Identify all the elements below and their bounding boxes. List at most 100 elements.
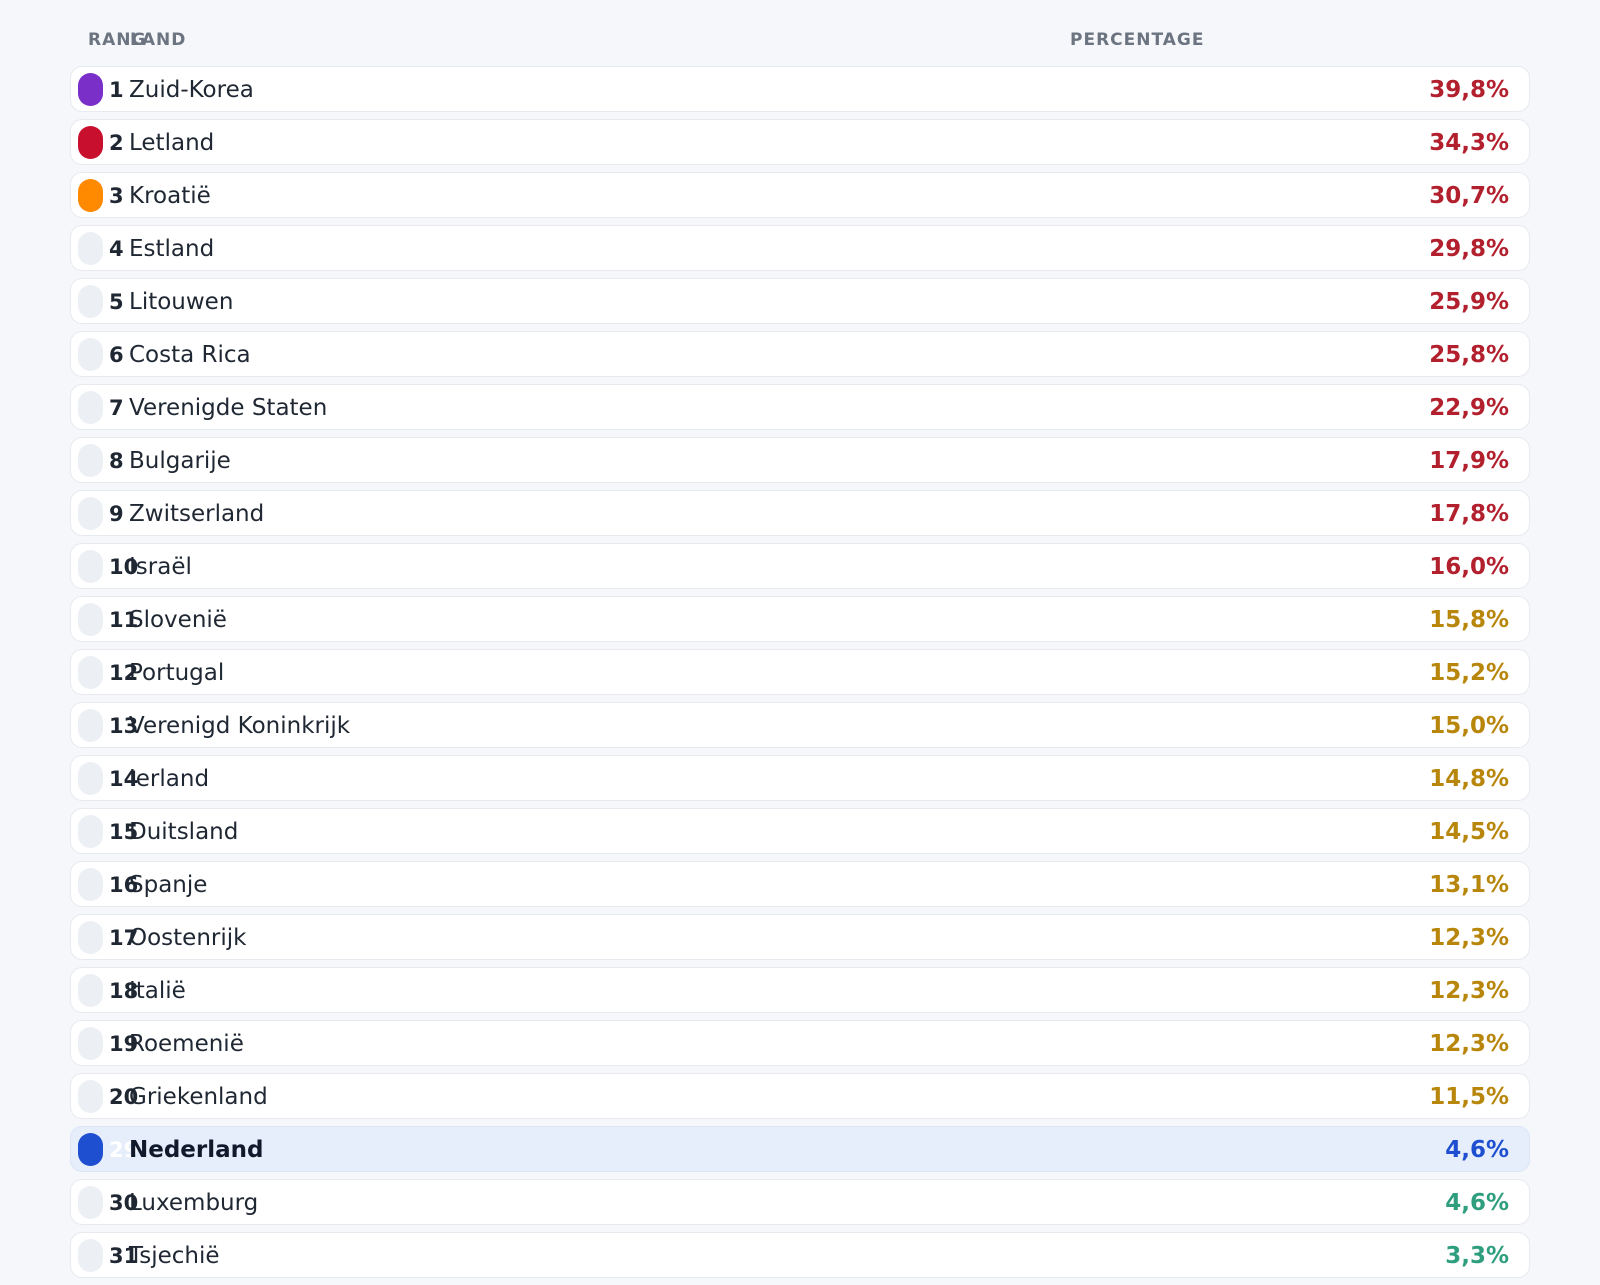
percentage-value: 14,5% xyxy=(1429,819,1509,845)
rank-number: 3 xyxy=(109,184,124,208)
table-row: 11 Slovenië 15,8% xyxy=(70,596,1530,642)
rank-badge-icon xyxy=(78,921,103,954)
country-name: Oostenrijk xyxy=(129,925,247,951)
percentage-value: 12,3% xyxy=(1429,1031,1509,1057)
rank-badge-icon xyxy=(78,285,103,318)
percentage-value: 25,9% xyxy=(1429,289,1509,315)
rank-badge-icon xyxy=(78,232,103,265)
rank-number: 1 xyxy=(109,78,124,102)
table-row: 3 Kroatië 30,7% xyxy=(70,172,1530,218)
percentage-value: 22,9% xyxy=(1429,395,1509,421)
table-row: 16 Spanje 13,1% xyxy=(70,861,1530,907)
country-name: Ierland xyxy=(129,766,210,792)
ranking-table: RANG LAND PERCENTAGE 1 Zuid-Korea 39,8% 2 Le… xyxy=(70,22,1530,1285)
rank-badge-icon xyxy=(78,497,103,530)
table-row: 18 Italië 12,3% xyxy=(70,967,1530,1013)
percentage-value: 15,2% xyxy=(1429,660,1509,686)
country-name: Verenigd Koninkrijk xyxy=(129,713,351,739)
percentage-value: 30,7% xyxy=(1429,183,1509,209)
rank-number: 2 xyxy=(109,131,124,155)
table-row: 9 Zwitserland 17,8% xyxy=(70,490,1530,536)
country-name: Verenigde Staten xyxy=(129,395,328,421)
rank-number: 8 xyxy=(109,449,124,473)
country-name: Israël xyxy=(129,554,192,580)
percentage-value: 4,6% xyxy=(1445,1190,1509,1216)
rank-badge-icon xyxy=(78,338,103,371)
table-row: 5 Litouwen 25,9% xyxy=(70,278,1530,324)
percentage-value: 12,3% xyxy=(1429,978,1509,1004)
percentage-value: 11,5% xyxy=(1429,1084,1509,1110)
rank-badge-icon xyxy=(78,709,103,742)
country-name: Costa Rica xyxy=(129,342,251,368)
percentage-value: 17,8% xyxy=(1429,501,1509,527)
header-percentage: PERCENTAGE xyxy=(1070,30,1205,50)
table-row: 8 Bulgarije 17,9% xyxy=(70,437,1530,483)
country-name: Nederland xyxy=(129,1137,264,1163)
rank-badge-icon xyxy=(78,762,103,795)
percentage-value: 39,8% xyxy=(1429,77,1509,103)
rank-badge-icon xyxy=(78,1186,103,1219)
rank-badge-icon xyxy=(78,1133,103,1166)
country-name: Spanje xyxy=(129,872,208,898)
percentage-value: 14,8% xyxy=(1429,766,1509,792)
percentage-value: 16,0% xyxy=(1429,554,1509,580)
percentage-value: 4,6% xyxy=(1445,1137,1509,1163)
rank-badge-icon xyxy=(78,179,103,212)
percentage-value: 12,3% xyxy=(1429,925,1509,951)
country-name: Kroatië xyxy=(129,183,211,209)
header-country: LAND xyxy=(130,30,187,50)
percentage-value: 25,8% xyxy=(1429,342,1509,368)
rank-badge-icon xyxy=(78,1080,103,1113)
rank-number: 7 xyxy=(109,396,124,420)
rank-badge-icon xyxy=(78,1027,103,1060)
rank-badge-icon xyxy=(78,868,103,901)
rank-number: 9 xyxy=(109,502,124,526)
country-name: Estland xyxy=(129,236,215,262)
table-row: 2 Letland 34,3% xyxy=(70,119,1530,165)
country-name: Duitsland xyxy=(129,819,239,845)
country-name: Litouwen xyxy=(129,289,234,315)
country-name: Portugal xyxy=(129,660,225,686)
rank-badge-icon xyxy=(78,550,103,583)
country-name: Italië xyxy=(129,978,186,1004)
rank-badge-icon xyxy=(78,1239,103,1272)
table-row: 6 Costa Rica 25,8% xyxy=(70,331,1530,377)
rank-number: 6 xyxy=(109,343,124,367)
table-row: 7 Verenigde Staten 22,9% xyxy=(70,384,1530,430)
table-row: 4 Estland 29,8% xyxy=(70,225,1530,271)
percentage-value: 15,0% xyxy=(1429,713,1509,739)
rank-badge-icon xyxy=(78,603,103,636)
percentage-value: 3,3% xyxy=(1445,1243,1509,1269)
rank-badge-icon xyxy=(78,815,103,848)
table-row: 31 Tsjechië 3,3% xyxy=(70,1232,1530,1278)
country-name: Zwitserland xyxy=(129,501,265,527)
country-name: Bulgarije xyxy=(129,448,231,474)
rank-number: 4 xyxy=(109,237,124,261)
table-row: 30 Luxemburg 4,6% xyxy=(70,1179,1530,1225)
rank-badge-icon xyxy=(78,444,103,477)
table-row: 14 Ierland 14,8% xyxy=(70,755,1530,801)
country-name: Letland xyxy=(129,130,215,156)
country-name: Luxemburg xyxy=(129,1190,259,1216)
rank-badge-icon xyxy=(78,974,103,1007)
percentage-value: 13,1% xyxy=(1429,872,1509,898)
table-header: RANG LAND PERCENTAGE xyxy=(70,22,1530,66)
rank-badge-icon xyxy=(78,656,103,689)
table-row: 20 Griekenland 11,5% xyxy=(70,1073,1530,1119)
table-row: 15 Duitsland 14,5% xyxy=(70,808,1530,854)
percentage-value: 34,3% xyxy=(1429,130,1509,156)
table-row-highlighted: 29 Nederland 4,6% xyxy=(70,1126,1530,1172)
table-row: 10 Israël 16,0% xyxy=(70,543,1530,589)
country-name: Tsjechië xyxy=(129,1243,220,1269)
table-row: 12 Portugal 15,2% xyxy=(70,649,1530,695)
country-name: Griekenland xyxy=(129,1084,268,1110)
rank-number: 5 xyxy=(109,290,124,314)
rank-badge-icon xyxy=(78,391,103,424)
country-name: Roemenië xyxy=(129,1031,244,1057)
rank-badge-icon xyxy=(78,73,103,106)
table-row: 17 Oostenrijk 12,3% xyxy=(70,914,1530,960)
country-name: Slovenië xyxy=(129,607,227,633)
country-name: Zuid-Korea xyxy=(129,77,254,103)
percentage-value: 29,8% xyxy=(1429,236,1509,262)
percentage-value: 17,9% xyxy=(1429,448,1509,474)
